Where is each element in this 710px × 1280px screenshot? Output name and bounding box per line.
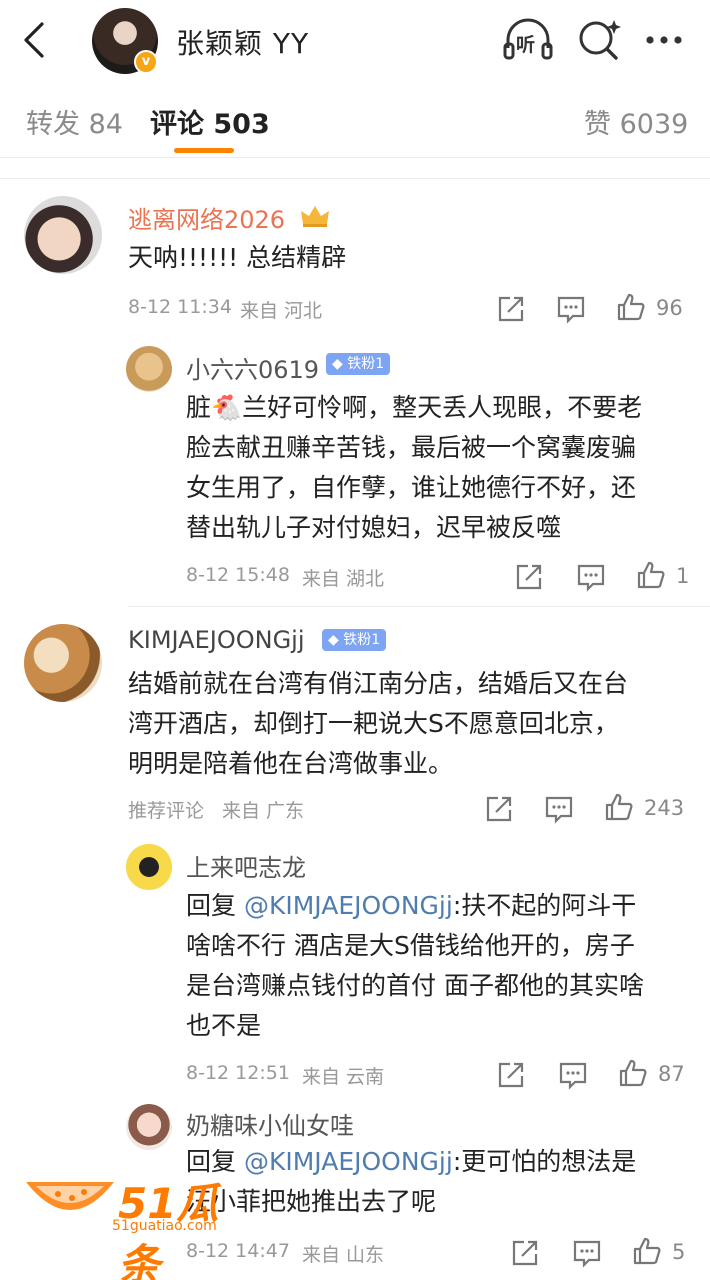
text-line: 回复 @KIMJAEJOONGjj:更可怕的想法是 xyxy=(186,1142,636,1182)
reply-username[interactable]: 小六六0619 xyxy=(186,350,319,385)
fan-badge: ◆ 铁粉1 xyxy=(322,629,387,651)
verified-badge: v xyxy=(134,50,158,74)
like-icon[interactable] xyxy=(636,560,666,590)
reply-prefix: 回复 xyxy=(186,891,244,920)
avatar[interactable] xyxy=(126,346,172,392)
mention-link[interactable]: @KIMJAEJOONGjj xyxy=(244,891,453,920)
share-icon[interactable] xyxy=(514,562,544,592)
recommended-label: 推荐评论 xyxy=(128,800,205,822)
comment-time: 8-12 12:51 xyxy=(186,1062,290,1084)
crown-icon xyxy=(301,206,329,227)
text-line: 是台湾赚点钱付的首付 面子都他的其实啥 xyxy=(186,971,644,1000)
site-watermark: 51瓜条 51guatiao.com xyxy=(22,1168,252,1280)
listen-button[interactable]: 听 xyxy=(502,14,554,66)
text-line: 替出轨儿子对付媳妇，迟早被反噬 xyxy=(186,513,562,542)
text-segment: :扶不起的阿斗干 xyxy=(452,891,637,920)
like-count: 87 xyxy=(658,1062,685,1086)
tab-comments[interactable]: 评论 503 xyxy=(150,102,270,141)
text-line: 明明是陪着他在台湾做事业。 xyxy=(128,749,454,778)
search-icon[interactable] xyxy=(574,14,626,66)
comment-location: 来自 广东 xyxy=(222,800,305,822)
tab-bar: 转发 84 评论 503 赞 6039 xyxy=(0,80,710,158)
text-line: 脸去献丑赚辛苦钱，最后被一个窝囊废骗 xyxy=(186,433,637,462)
like-count: 5 xyxy=(672,1240,686,1264)
share-icon[interactable] xyxy=(496,1060,526,1090)
listen-label: 听 xyxy=(516,34,536,56)
text-line: 汪小菲把她推出去了呢 xyxy=(186,1187,437,1216)
comment-username[interactable]: KIMJAEJOONGjj xyxy=(128,626,305,654)
more-icon[interactable] xyxy=(640,14,692,66)
back-icon[interactable] xyxy=(16,18,56,62)
comment-icon[interactable] xyxy=(572,1238,602,1268)
tab-reposts[interactable]: 转发 84 xyxy=(26,102,123,141)
avatar[interactable] xyxy=(126,844,172,890)
comment-icon[interactable] xyxy=(544,794,574,824)
like-icon[interactable] xyxy=(616,292,646,322)
reply-text: 脏🐔兰好可怜啊，整天丢人现眼，不要老 脸去献丑赚辛苦钱，最后被一个窝囊废骗 女生… xyxy=(186,388,642,548)
avatar[interactable] xyxy=(24,196,102,274)
fan-badge-label: 铁粉1 xyxy=(343,632,381,648)
fan-badge-label: 铁粉1 xyxy=(347,356,385,372)
like-icon[interactable] xyxy=(618,1058,648,1088)
top-bar: v 张颖颖 YY 听 xyxy=(0,0,710,80)
comment-username[interactable]: 逃离网络2026 xyxy=(128,200,285,235)
text-line: 也不是 xyxy=(186,1011,262,1040)
comment-icon[interactable] xyxy=(576,562,606,592)
avatar[interactable] xyxy=(126,1104,172,1150)
mention-link[interactable]: @KIMJAEJOONGjj xyxy=(244,1147,453,1176)
comment-location: 来自 湖北 xyxy=(302,568,385,590)
comment-text: 天呐!!!!!! 总结精辟 xyxy=(128,243,347,272)
text-line: 啥啥不行 酒店是大S借钱给他开的，房子 xyxy=(186,931,635,960)
comment-icon[interactable] xyxy=(558,1060,588,1090)
reply-username[interactable]: 上来吧志龙 xyxy=(186,848,306,883)
text-line: 脏🐔兰好可怜啊，整天丢人现眼，不要老 xyxy=(186,393,643,422)
like-icon[interactable] xyxy=(632,1236,662,1266)
reply-text: 回复 @KIMJAEJOONGjj:更可怕的想法是 汪小菲把她推出去了呢 xyxy=(186,1142,636,1222)
text-line: 结婚前就在台湾有俏江南分店，结婚后又在台 xyxy=(128,669,629,698)
tab-likes[interactable]: 赞 6039 xyxy=(584,102,688,141)
comment-divider xyxy=(128,606,710,607)
fan-badge: ◆ 铁粉1 xyxy=(326,353,391,375)
section-divider xyxy=(0,178,710,179)
active-tab-indicator xyxy=(174,148,234,153)
comment-time: 8-12 11:34 xyxy=(128,296,232,318)
page-title[interactable]: 张颖颖 YY xyxy=(176,22,309,62)
reply-username[interactable]: 奶糖味小仙女哇 xyxy=(186,1106,354,1141)
avatar[interactable] xyxy=(24,624,102,702)
comment-location: 来自 云南 xyxy=(302,1066,385,1088)
comment-location: 来自 河北 xyxy=(240,300,323,322)
share-icon[interactable] xyxy=(510,1238,540,1268)
like-count: 1 xyxy=(676,564,690,588)
comment-text: 结婚前就在台湾有俏江南分店，结婚后又在台 湾开酒店，却倒打一耙说大S不愿意回北京… xyxy=(128,664,628,784)
comment-icon[interactable] xyxy=(556,294,586,324)
like-count: 243 xyxy=(644,796,685,820)
text-line: 湾开酒店，却倒打一耙说大S不愿意回北京， xyxy=(128,709,619,738)
like-icon[interactable] xyxy=(604,792,634,822)
comment-location: 来自 山东 xyxy=(302,1244,385,1266)
like-count: 96 xyxy=(656,296,683,320)
watermark-url: 51guatiao.com xyxy=(112,1218,217,1234)
share-icon[interactable] xyxy=(484,794,514,824)
text-line: 女生用了，自作孽，谁让她德行不好，还 xyxy=(186,473,637,502)
share-icon[interactable] xyxy=(496,294,526,324)
reply-text: 回复 @KIMJAEJOONGjj:扶不起的阿斗干 啥啥不行 酒店是大S借钱给他… xyxy=(186,886,644,1046)
text-line: 回复 @KIMJAEJOONGjj:扶不起的阿斗干 xyxy=(186,886,644,926)
text-segment: :更可怕的想法是 xyxy=(452,1147,637,1176)
comment-time: 8-12 15:48 xyxy=(186,564,290,586)
watermelon-logo-icon xyxy=(26,1182,114,1210)
